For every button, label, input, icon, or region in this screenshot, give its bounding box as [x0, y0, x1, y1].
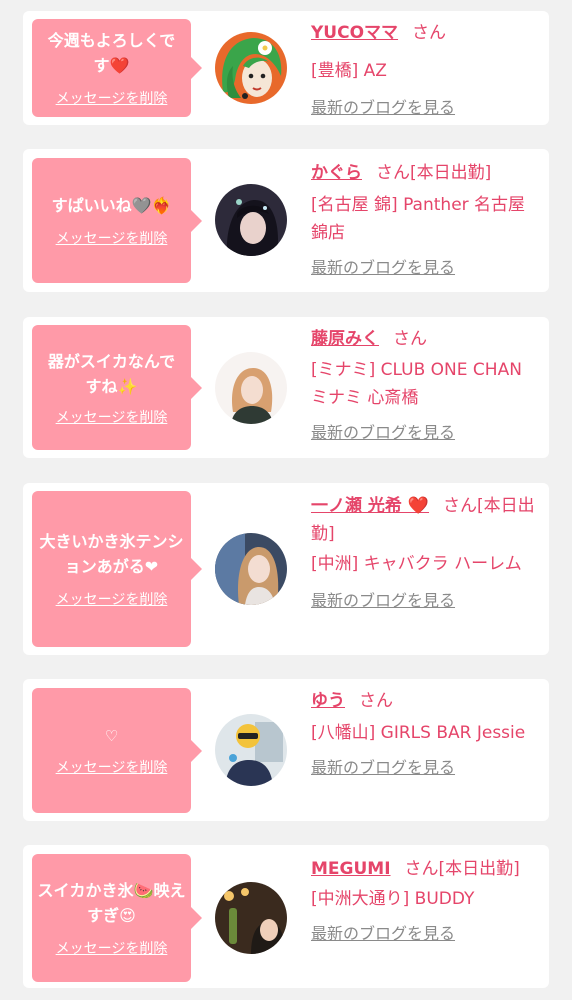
- name-line: 藤原みく さん: [311, 325, 537, 353]
- honorific: さん: [393, 329, 427, 349]
- message-bubble: 器がスイカなんですね✨ メッセージを削除: [32, 325, 202, 450]
- honorific: さん: [412, 23, 447, 43]
- avatar-photo-icon: [215, 184, 287, 256]
- shop-label: [名古屋 錦] Panther 名古屋錦店: [311, 195, 526, 243]
- message-card: すぱいいね🩶❤️‍🔥 メッセージを削除 かぐら さん[本日出勤] [名古屋 錦] …: [23, 149, 549, 292]
- avatar[interactable]: [215, 714, 287, 786]
- delete-message-link[interactable]: メッセージを削除: [56, 759, 168, 777]
- message-text: スイカかき氷🍉映えすぎ😍: [37, 881, 186, 925]
- latest-blog-link[interactable]: 最新のブログを見る: [311, 97, 455, 119]
- message-card: 器がスイカなんですね✨ メッセージを削除 藤原みく さん [ミナミ] CLUB O…: [23, 317, 549, 458]
- cast-name-link[interactable]: かぐら: [311, 163, 362, 183]
- delete-message-link[interactable]: メッセージを削除: [56, 409, 168, 427]
- avatar-photo-icon: [215, 882, 287, 954]
- name-line: ゆう さん: [311, 687, 537, 715]
- honorific: さん: [404, 859, 439, 879]
- message-text: すぱいいね🩶❤️‍🔥: [51, 196, 172, 215]
- cast-info: ゆう さん [八幡山] GIRLS BAR Jessie 最新のブログを見る: [311, 687, 537, 779]
- cast-info: YUCOママ さん [豊橋] AZ 最新のブログを見る: [311, 19, 537, 119]
- message-bubble: 大きいかき氷テンションあがる❤ メッセージを削除: [32, 491, 202, 647]
- cast-name-link[interactable]: MEGUMI: [311, 859, 391, 879]
- delete-message-link[interactable]: メッセージを削除: [56, 90, 168, 108]
- avatar-photo-sunglasses-icon: [215, 714, 287, 786]
- shop-label: [中洲大通り] BUDDY: [311, 889, 475, 909]
- cast-info: かぐら さん[本日出勤] [名古屋 錦] Panther 名古屋錦店 最新のブログ…: [311, 159, 537, 279]
- latest-blog-link[interactable]: 最新のブログを見る: [311, 923, 455, 945]
- name-line: かぐら さん[本日出勤]: [311, 159, 537, 187]
- message-list: 今週もよろしくです❤️ メッセージを削除 YUCOママ さん [豊橋] AZ 最…: [0, 0, 572, 1000]
- message-text: 今週もよろしくです❤️: [47, 31, 176, 75]
- honorific: さん: [443, 496, 478, 516]
- latest-blog-link[interactable]: 最新のブログを見る: [311, 757, 455, 779]
- cast-name-link[interactable]: ゆう: [311, 691, 345, 711]
- cast-info: 藤原みく さん [ミナミ] CLUB ONE CHAN ミナミ 心斎橋 最新のブロ…: [311, 325, 537, 444]
- message-card: ♡ メッセージを削除 ゆう さん [八幡山] GIRLS BAR Jessie 最…: [23, 679, 549, 821]
- shop-label: [ミナミ] CLUB ONE CHAN ミナミ 心斎橋: [311, 360, 522, 408]
- avatar[interactable]: [215, 184, 287, 256]
- delete-message-link[interactable]: メッセージを削除: [56, 940, 168, 958]
- shop-label: [中洲] キャバクラ ハーレム: [311, 554, 522, 574]
- latest-blog-link[interactable]: 最新のブログを見る: [311, 422, 455, 444]
- delete-message-link[interactable]: メッセージを削除: [56, 230, 168, 248]
- message-text: 器がスイカなんですね✨: [47, 351, 176, 396]
- message-bubble: 今週もよろしくです❤️ メッセージを削除: [32, 19, 202, 117]
- latest-blog-link[interactable]: 最新のブログを見る: [311, 257, 455, 279]
- avatar-photo-icon: [215, 352, 287, 424]
- cast-name-link[interactable]: YUCOママ: [311, 23, 398, 43]
- message-bubble: スイカかき氷🍉映えすぎ😍 メッセージを削除: [32, 854, 202, 982]
- avatar[interactable]: [215, 533, 287, 605]
- message-card: 大きいかき氷テンションあがる❤ メッセージを削除 一ノ瀬 光希 ❤️ さん[本日出…: [23, 483, 549, 655]
- shop-label: [豊橋] AZ: [311, 61, 387, 81]
- avatar-photo-icon: [215, 533, 287, 605]
- attendance-status: [本日出勤]: [410, 163, 492, 183]
- cast-name-link[interactable]: 一ノ瀬 光希 ❤️: [311, 496, 429, 516]
- avatar[interactable]: [215, 352, 287, 424]
- honorific: さん: [359, 691, 393, 711]
- message-bubble: ♡ メッセージを削除: [32, 688, 202, 813]
- avatar-illustration-green-hair-icon: [215, 32, 287, 104]
- cast-name-link[interactable]: 藤原みく: [311, 329, 379, 349]
- message-bubble: すぱいいね🩶❤️‍🔥 メッセージを削除: [32, 158, 202, 283]
- name-line: YUCOママ さん: [311, 19, 537, 47]
- delete-message-link[interactable]: メッセージを削除: [56, 591, 168, 609]
- cast-info: 一ノ瀬 光希 ❤️ さん[本日出勤] [中洲] キャバクラ ハーレム 最新のブログ…: [311, 492, 537, 612]
- latest-blog-link[interactable]: 最新のブログを見る: [311, 590, 455, 612]
- avatar[interactable]: [215, 32, 287, 104]
- message-card: スイカかき氷🍉映えすぎ😍 メッセージを削除 MEGUMI さん[本日出勤] [中洲…: [23, 845, 549, 988]
- message-text: ♡: [104, 726, 119, 745]
- message-text: 大きいかき氷テンションあがる❤: [39, 532, 184, 576]
- attendance-status: [本日出勤]: [438, 859, 520, 879]
- honorific: さん: [376, 163, 410, 183]
- name-line: 一ノ瀬 光希 ❤️ さん[本日出勤]: [311, 492, 537, 548]
- shop-label: [八幡山] GIRLS BAR Jessie: [311, 723, 526, 743]
- cast-info: MEGUMI さん[本日出勤] [中洲大通り] BUDDY 最新のブログを見る: [311, 855, 537, 945]
- name-line: MEGUMI さん[本日出勤]: [311, 855, 537, 883]
- message-card: 今週もよろしくです❤️ メッセージを削除 YUCOママ さん [豊橋] AZ 最…: [23, 11, 549, 125]
- avatar[interactable]: [215, 882, 287, 954]
